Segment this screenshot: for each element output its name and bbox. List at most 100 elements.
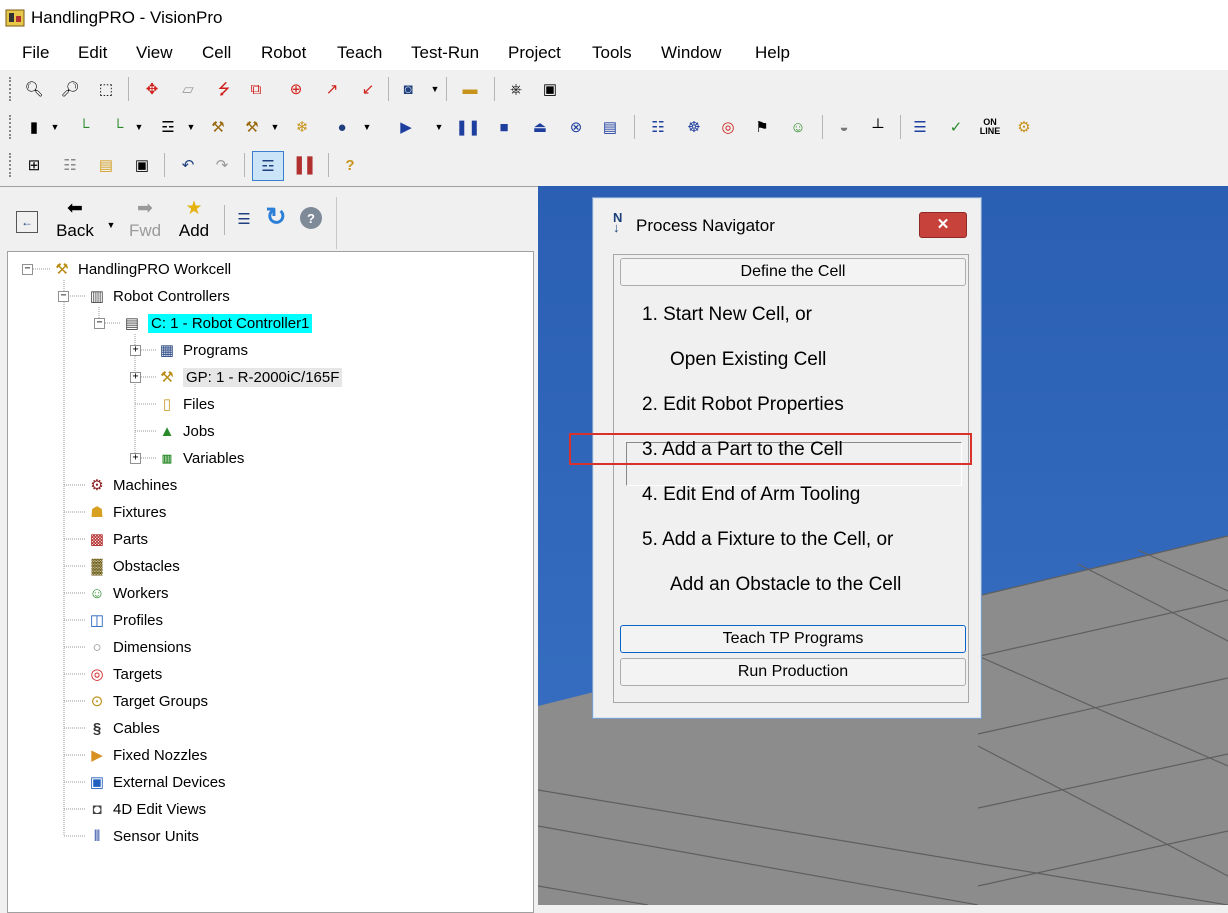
variables-expand-toggle[interactable]: + — [130, 453, 141, 464]
teach-pendant-icon[interactable]: ▮ — [22, 115, 46, 139]
target-robot-icon[interactable]: ☸ — [682, 115, 706, 139]
step-2-edit-robot-properties[interactable]: 2. Edit Robot Properties — [642, 394, 844, 416]
tree-node-workcell[interactable]: ⚒ HandlingPRO Workcell — [51, 257, 231, 281]
forward-button[interactable]: ➡ Fwd — [124, 197, 166, 247]
worker-icon[interactable]: ☺ — [786, 115, 810, 139]
stop-icon[interactable]: ■ — [492, 115, 516, 139]
tree-node-fixed-nozzles[interactable]: ▶ Fixed Nozzles — [86, 743, 207, 767]
define-cell-button[interactable]: Define the Cell — [620, 258, 966, 286]
tree-node-robot-controllers[interactable]: ▥ Robot Controllers — [86, 284, 230, 308]
step-1-start-new-cell[interactable]: 1. Start New Cell, or — [642, 304, 812, 326]
2d-vision-dropdown-icon[interactable]: ▼ — [362, 115, 372, 139]
new-file-icon[interactable]: ☷ — [58, 153, 82, 177]
menu-teach[interactable]: Teach — [337, 43, 382, 63]
dialog-close-button[interactable]: ✕ — [919, 212, 967, 238]
play-dropdown-icon[interactable]: ▼ — [434, 115, 444, 139]
robot-group-dropdown-icon[interactable]: ▼ — [270, 115, 280, 139]
move-xyz-icon[interactable]: ↙ — [356, 77, 380, 101]
move-x-icon[interactable]: ⧉ — [244, 77, 268, 101]
ruler-icon[interactable]: ▬ — [458, 77, 482, 101]
controllers-collapse-toggle[interactable]: − — [58, 291, 69, 302]
open-folder-icon[interactable]: ▤ — [94, 153, 118, 177]
online-button[interactable]: ON LINE — [978, 115, 1002, 139]
toolbar-grip[interactable] — [9, 153, 14, 177]
toolbar-grip[interactable] — [9, 115, 14, 139]
tree-node-dimensions[interactable]: ○ Dimensions — [86, 635, 191, 659]
zoom-window-icon[interactable]: 🔍︎ — [22, 77, 46, 101]
back-dropdown-icon[interactable]: ▼ — [106, 213, 116, 237]
menu-help[interactable]: Help — [755, 43, 790, 63]
tree-node-targets[interactable]: ◎ Targets — [86, 662, 162, 686]
browser-dock-icon[interactable]: ← — [16, 211, 38, 233]
robot-settings-icon[interactable]: ⚙ — [1012, 115, 1036, 139]
menu-file[interactable]: File — [22, 43, 49, 63]
plane-icon[interactable]: ▱ — [176, 77, 200, 101]
undo-icon[interactable]: ↶ — [176, 153, 200, 177]
measure-icon[interactable]: ┴ — [866, 115, 890, 139]
toolbar-grip[interactable] — [9, 77, 14, 101]
tree-node-variables[interactable]: ▥ Variables — [156, 446, 245, 470]
abort-icon[interactable]: ⊗ — [564, 115, 588, 139]
sign-icon[interactable]: ⚑ — [750, 115, 774, 139]
tool-dropdown-icon[interactable]: ▼ — [186, 115, 196, 139]
add-favorite-button[interactable]: ★ Add — [174, 197, 214, 247]
cell-browser-icon[interactable]: ☲ — [252, 151, 284, 181]
run-production-button[interactable]: Run Production — [620, 658, 966, 686]
user-frame-icon[interactable]: └ — [106, 115, 130, 139]
camera-view-icon[interactable]: ◙ — [396, 77, 420, 101]
program-icon[interactable]: ☷ — [646, 115, 670, 139]
menu-tools[interactable]: Tools — [592, 43, 632, 63]
tree-view-icon[interactable]: ☰ — [232, 207, 256, 231]
tree-node-4d-edit-views[interactable]: ◘ 4D Edit Views — [86, 797, 206, 821]
redo-icon[interactable]: ↷ — [210, 153, 234, 177]
snapshot-camera-icon[interactable]: ▣ — [538, 77, 562, 101]
check-icon[interactable]: ✓ — [944, 115, 968, 139]
tool-icon[interactable]: ☲ — [156, 115, 180, 139]
tree-node-external-devices[interactable]: ▣ External Devices — [86, 770, 226, 794]
tree-node-obstacles[interactable]: ▓ Obstacles — [86, 554, 180, 578]
step-5-add-fixture[interactable]: 5. Add a Fixture to the Cell, or — [642, 529, 893, 551]
tree-node-parts[interactable]: ▩ Parts — [86, 527, 148, 551]
tree-node-robot[interactable]: ⚒ GP: 1 - R-2000iC/165F — [156, 365, 343, 389]
user-frame-dropdown-icon[interactable]: ▼ — [134, 115, 144, 139]
step-icon[interactable]: ▤ — [598, 115, 622, 139]
step-1-open-existing-cell[interactable]: Open Existing Cell — [670, 349, 826, 371]
help-icon[interactable]: ? — [300, 207, 322, 229]
move-z-icon[interactable]: ↗ — [320, 77, 344, 101]
grid-icon[interactable]: ⊞ — [22, 153, 46, 177]
tree-node-workers[interactable]: ☺ Workers — [86, 581, 168, 605]
tree-node-target-groups[interactable]: ⊙ Target Groups — [86, 689, 208, 713]
menu-test-run[interactable]: Test-Run — [411, 43, 479, 63]
help-question-icon[interactable]: ? — [338, 153, 362, 177]
eject-icon[interactable]: ⏏ — [528, 115, 552, 139]
tree-node-programs[interactable]: ▦ Programs — [156, 338, 248, 362]
tree-node-fixtures[interactable]: ☗ Fixtures — [86, 500, 166, 524]
menu-cell[interactable]: Cell — [202, 43, 231, 63]
menu-edit[interactable]: Edit — [78, 43, 107, 63]
tree-node-sensor-units[interactable]: ⦀ Sensor Units — [86, 824, 199, 848]
controller1-collapse-toggle[interactable]: − — [94, 318, 105, 329]
io-icon[interactable]: ☰ — [908, 115, 932, 139]
move-down-icon[interactable]: ⭍ — [212, 77, 236, 101]
robot-expand-toggle[interactable]: + — [130, 372, 141, 383]
back-button[interactable]: ⬅ Back — [54, 197, 96, 247]
pan-icon[interactable]: ✥ — [140, 77, 164, 101]
gripper-icon[interactable]: ❄ — [290, 115, 314, 139]
zoom-fit-icon[interactable]: ⬚ — [94, 77, 118, 101]
pause-icon[interactable]: ❚❚ — [455, 115, 480, 139]
menu-project[interactable]: Project — [508, 43, 561, 63]
menu-view[interactable]: View — [136, 43, 173, 63]
jog-frame-icon[interactable]: └ — [72, 115, 96, 139]
tree-node-profiles[interactable]: ◫ Profiles — [86, 608, 163, 632]
teach-tp-programs-button[interactable]: Teach TP Programs — [620, 625, 966, 653]
camera-sensor-icon[interactable]: ◒ — [832, 115, 856, 139]
tree-node-controller1[interactable]: ▤ C: 1 - Robot Controller1 — [121, 311, 313, 335]
camera-view-dropdown-icon[interactable]: ▼ — [430, 77, 440, 101]
zoom-icon[interactable]: 🔎︎ — [58, 77, 82, 101]
root-collapse-toggle[interactable]: − — [22, 264, 33, 275]
tree-node-cables[interactable]: § Cables — [86, 716, 160, 740]
programs-expand-toggle[interactable]: + — [130, 345, 141, 356]
mouse-icon[interactable]: ⎈ — [504, 77, 528, 101]
play-icon[interactable]: ▶ — [394, 115, 418, 139]
robot-group-icon[interactable]: ⚒ — [240, 115, 264, 139]
